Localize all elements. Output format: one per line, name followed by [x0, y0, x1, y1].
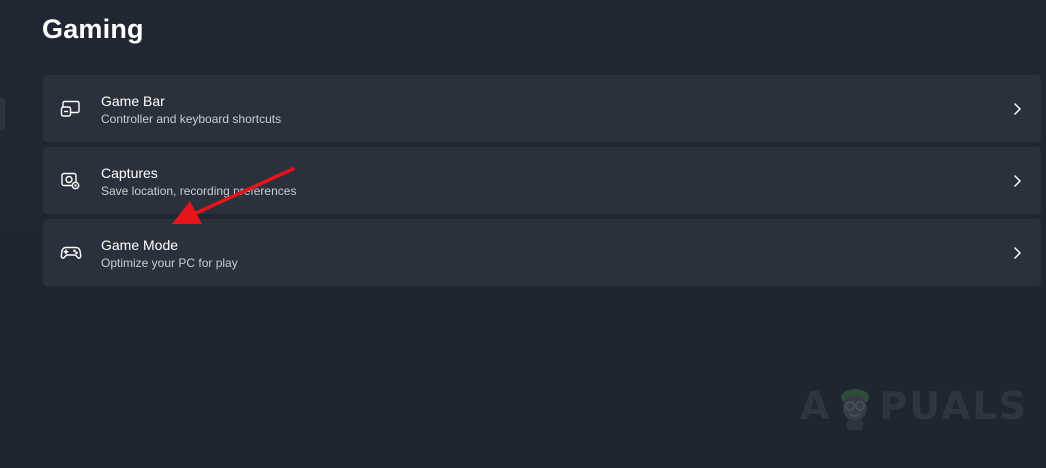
captures-setting[interactable]: Captures Save location, recording prefer…: [43, 147, 1041, 214]
watermark-text-left: A: [800, 384, 832, 428]
captures-title: Captures: [101, 165, 158, 181]
game-bar-text: Game Bar Controller and keyboard shortcu…: [101, 92, 281, 127]
game-bar-setting[interactable]: Game Bar Controller and keyboard shortcu…: [43, 75, 1041, 142]
chevron-right-icon: [1014, 102, 1021, 115]
settings-page: Gaming Game Bar Controller and keyboard …: [0, 0, 1046, 468]
gamepad-icon: [60, 242, 82, 264]
page-title: Gaming: [42, 14, 144, 44]
appuals-watermark-logo: A PUALS: [800, 378, 1028, 434]
game-bar-subtitle: Controller and keyboard shortcuts: [101, 112, 282, 126]
game-mode-setting[interactable]: Game Mode Optimize your PC for play: [43, 219, 1041, 286]
captures-text: Captures Save location, recording prefer…: [101, 164, 296, 199]
game-mode-text: Game Mode Optimize your PC for play: [101, 236, 238, 271]
mascot-icon: [841, 389, 870, 430]
game-bar-icon: [60, 98, 82, 120]
captures-subtitle: Save location, recording preferences: [101, 184, 297, 198]
game-bar-title: Game Bar: [101, 93, 165, 109]
sidebar-selection-indicator: [0, 98, 5, 130]
captures-icon: [60, 170, 82, 192]
settings-list: Game Bar Controller and keyboard shortcu…: [43, 75, 1041, 291]
chevron-right-icon: [1014, 246, 1021, 259]
watermark-text-right: PUALS: [879, 384, 1028, 428]
chevron-right-icon: [1014, 174, 1021, 187]
game-mode-title: Game Mode: [101, 237, 179, 253]
game-mode-subtitle: Optimize your PC for play: [101, 256, 238, 270]
